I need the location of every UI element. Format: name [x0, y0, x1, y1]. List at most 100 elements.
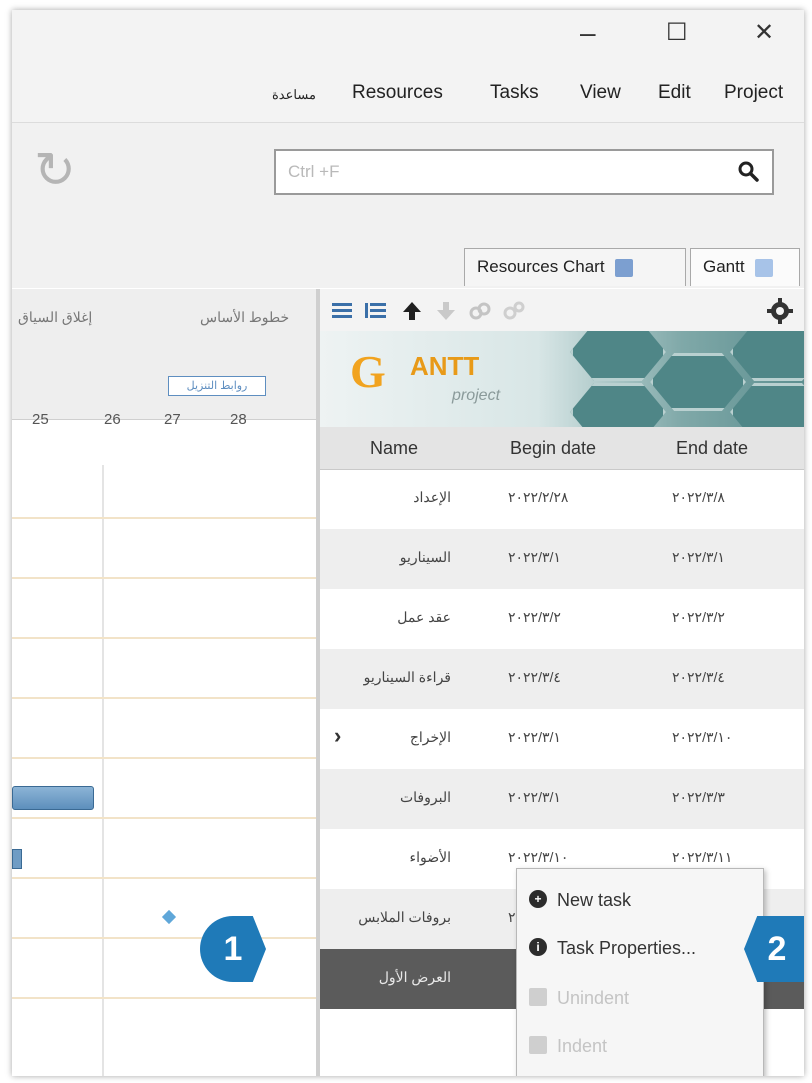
menu-item-task-properties[interactable]: i Task Properties...	[517, 925, 763, 971]
task-begin-date: ٢٠٢٢/٣/١	[508, 789, 561, 805]
menu-resources[interactable]: Resources	[352, 82, 443, 104]
task-name: السيناريو	[399, 549, 451, 565]
task-end-date: ٢٠٢٢/٣/٣	[672, 789, 725, 805]
gantt-icon	[755, 258, 774, 277]
task-begin-date: ٢٠٢٢/٣/١	[508, 729, 561, 745]
task-bar[interactable]	[12, 786, 94, 810]
day-tick: 25	[32, 411, 49, 428]
chart-row	[12, 997, 316, 999]
task-begin-date: ٢٠٢٢/٣/٤	[508, 669, 561, 685]
hex-decoration	[570, 383, 666, 427]
menu-item-indent[interactable]: Indent	[517, 1023, 763, 1069]
task-toolbar	[320, 289, 804, 331]
gantt-chart-area[interactable]: خطوط الأساس إغلاق السياق روابط التنزيل 2…	[12, 289, 316, 1076]
today-line	[102, 465, 104, 1076]
task-begin-date: ٢٠٢٢/٣/٢	[508, 609, 561, 625]
hex-decoration	[730, 331, 804, 381]
chart-header: خطوط الأساس إغلاق السياق روابط التنزيل 2…	[12, 289, 316, 428]
tab-gantt[interactable]: Gantt	[690, 248, 800, 286]
menu-item-label: New task	[557, 890, 632, 910]
menu-view[interactable]: View	[580, 82, 621, 104]
menu-project[interactable]: Project	[724, 82, 783, 104]
table-row[interactable]: السيناريو ٢٠٢٢/٣/١ ٢٠٢٢/٣/١	[320, 529, 804, 589]
task-name: عقد عمل	[397, 609, 451, 625]
task-end-date: ٢٠٢٢/٣/٨	[672, 489, 725, 505]
task-begin-date: ٢٠٢٢/٣/١٠	[508, 849, 569, 865]
title-bar: – ☐ ✕	[12, 10, 804, 60]
menu-edit[interactable]: Edit	[658, 82, 691, 104]
hex-decoration	[650, 353, 746, 411]
chart-row	[12, 757, 316, 759]
day-tick: 27	[164, 411, 181, 428]
baselines-tab[interactable]: خطوط الأساس	[200, 309, 289, 326]
task-bar[interactable]	[12, 849, 22, 869]
table-row[interactable]: عقد عمل ٢٠٢٢/٣/٢ ٢٠٢٢/٣/٢	[320, 589, 804, 649]
chart-row	[12, 937, 316, 939]
download-links-chip[interactable]: روابط التنزيل	[168, 376, 266, 396]
refresh-icon[interactable]: ↻	[34, 145, 76, 195]
table-row[interactable]: قراءة السيناريو ٢٠٢٢/٣/٤ ٢٠٢٢/٣/٤	[320, 649, 804, 709]
chart-row	[12, 637, 316, 639]
tab-resources-chart[interactable]: Resources Chart	[464, 248, 686, 286]
indent-icon	[529, 1036, 547, 1054]
chart-row	[12, 817, 316, 819]
chart-row	[12, 517, 316, 519]
menu-item-label: Unindent	[557, 988, 630, 1008]
unlink-icon[interactable]	[502, 299, 526, 323]
table-row[interactable]: البروفات ٢٠٢٢/٣/١ ٢٠٢٢/٣/٣	[320, 769, 804, 829]
menu-item-new-task[interactable]: + New task	[517, 877, 763, 923]
menu-tasks[interactable]: Tasks	[490, 82, 539, 104]
milestone-marker[interactable]	[161, 909, 177, 925]
close-context-tab[interactable]: إغلاق السياق	[18, 309, 92, 326]
menu-item-label: Task Properties...	[557, 938, 697, 958]
task-end-date: ٢٠٢٢/٣/١	[672, 549, 725, 565]
chevron-right-icon[interactable]: ›	[334, 723, 341, 749]
search-icon[interactable]	[736, 159, 762, 185]
menu-item-unindent[interactable]: Unindent	[517, 975, 763, 1021]
hex-decoration	[730, 383, 804, 427]
task-begin-date: ٢	[508, 909, 516, 925]
task-end-date: ٢٠٢٢/٣/٢	[672, 609, 725, 625]
column-header-name[interactable]: Name	[370, 438, 418, 459]
chart-row	[12, 877, 316, 879]
logo-g: G	[350, 346, 386, 397]
info-icon: i	[529, 938, 547, 956]
task-begin-date: ٢٠٢٢/٢/٢٨	[508, 489, 569, 505]
link-icon[interactable]	[468, 299, 492, 323]
day-tick: 26	[104, 411, 121, 428]
minimize-button[interactable]: –	[580, 18, 596, 48]
collapse-all-icon[interactable]	[330, 299, 354, 323]
task-name: قراءة السيناريو	[363, 669, 451, 685]
table-row[interactable]: الإعداد ٢٠٢٢/٢/٢٨ ٢٠٢٢/٣/٨	[320, 469, 804, 529]
chart-row	[12, 697, 316, 699]
hex-decoration	[570, 331, 666, 381]
task-end-date: ٢٠٢٢/٣/١٠	[672, 729, 733, 745]
day-tick: 28	[230, 411, 247, 428]
tab-resources-chart-label: Resources Chart	[477, 257, 605, 276]
tab-gantt-label: Gantt	[703, 257, 745, 276]
menu-item-label: Indent	[557, 1036, 608, 1056]
task-end-date: ٢٠٢٢/٣/١١	[672, 849, 733, 865]
unindent-icon	[529, 988, 547, 1006]
move-down-icon[interactable]	[434, 299, 458, 323]
search-input[interactable]: Ctrl +F	[288, 162, 339, 182]
task-begin-date: ٢٠٢٢/٣/١	[508, 549, 561, 565]
column-header-begin-date[interactable]: Begin date	[510, 438, 596, 459]
menu-bar: مساعدة Resources Tasks View Edit Project	[12, 60, 804, 123]
app-window: – ☐ ✕ مساعدة Resources Tasks View Edit P…	[12, 10, 804, 1076]
logo-subtitle: project	[452, 387, 501, 404]
move-up-icon[interactable]	[400, 299, 424, 323]
table-row[interactable]: › الإخراج ٢٠٢٢/٣/١ ٢٠٢٢/٣/١٠	[320, 709, 804, 769]
task-name: البروفات	[399, 789, 451, 805]
table-header: Name Begin date End date	[320, 427, 804, 470]
main-toolbar: ↻ Ctrl +F Resources Chart Gantt	[12, 123, 804, 288]
task-name: بروفات الملابس	[358, 909, 451, 925]
menu-help[interactable]: مساعدة	[272, 87, 316, 103]
column-header-end-date[interactable]: End date	[676, 438, 748, 459]
search-field[interactable]: Ctrl +F	[274, 149, 774, 195]
gear-icon[interactable]	[766, 297, 794, 325]
callout-marker-1: 1	[200, 916, 266, 982]
maximize-button[interactable]: ☐	[666, 18, 688, 48]
close-button[interactable]: ✕	[754, 18, 774, 48]
expand-all-icon[interactable]	[364, 299, 388, 323]
